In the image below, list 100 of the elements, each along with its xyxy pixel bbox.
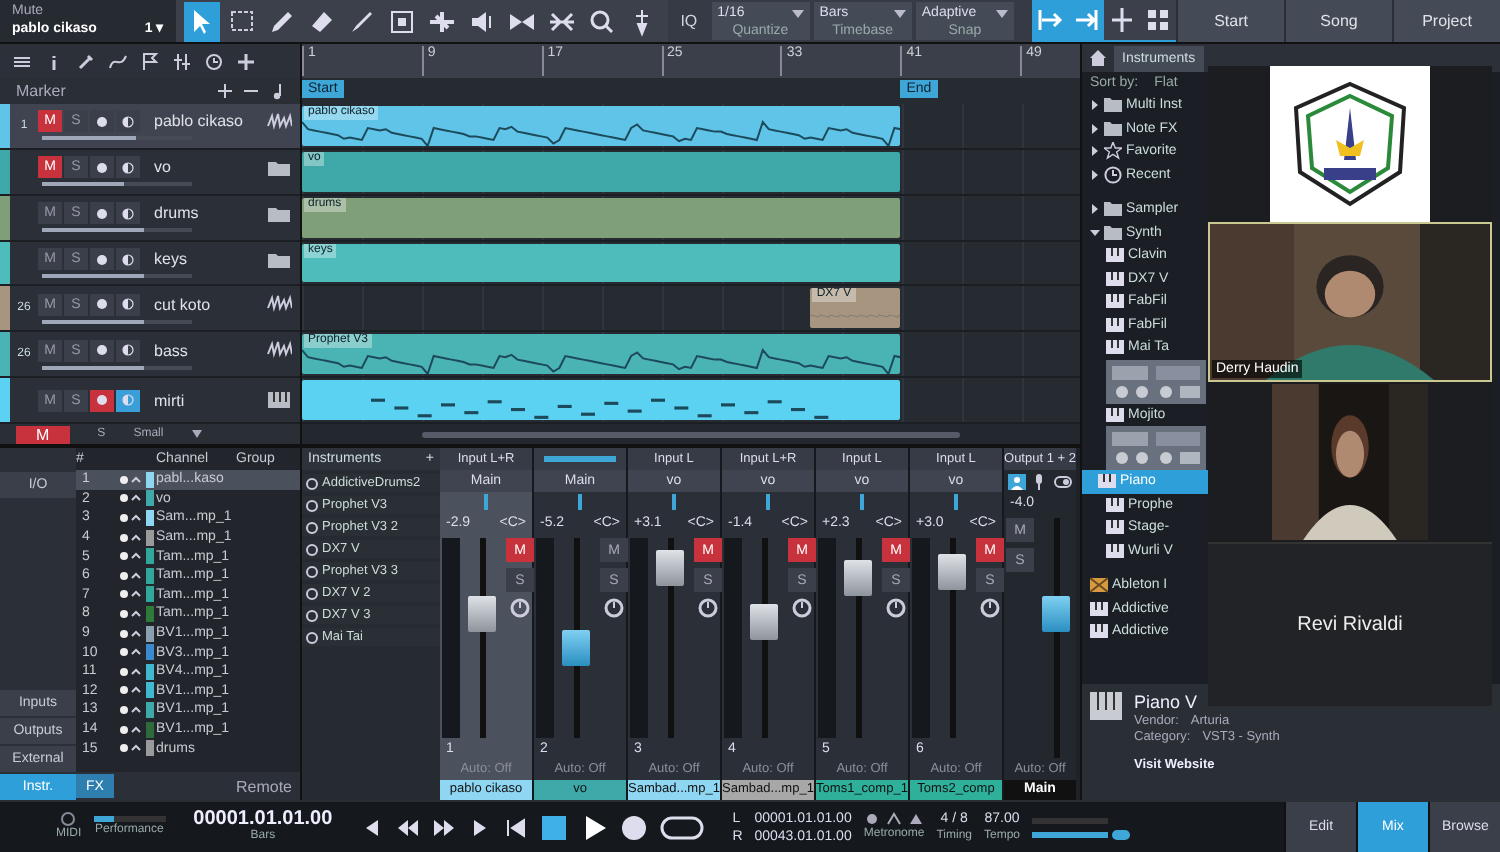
- monitor-button[interactable]: [116, 389, 140, 412]
- visibility-icon[interactable]: [118, 646, 142, 659]
- fast-forward-icon[interactable]: [432, 815, 457, 839]
- knob-icon[interactable]: [792, 598, 812, 618]
- knob-icon[interactable]: [698, 598, 718, 618]
- keyboard-icon: [1090, 622, 1108, 641]
- visibility-icon[interactable]: [118, 492, 142, 505]
- monitor-button[interactable]: [116, 110, 140, 133]
- volume-bar[interactable]: [42, 136, 192, 141]
- fader-thumb[interactable]: [938, 554, 966, 590]
- record-button[interactable]: [90, 389, 114, 412]
- caret-icon[interactable]: [1090, 146, 1100, 157]
- monitor-button[interactable]: [116, 156, 140, 179]
- monitor-button[interactable]: [116, 339, 140, 362]
- knob-icon[interactable]: [604, 598, 624, 618]
- waveform-icon: [266, 340, 292, 361]
- knob-icon[interactable]: [980, 598, 1000, 618]
- visibility-icon[interactable]: [118, 569, 142, 582]
- record-button[interactable]: [90, 156, 114, 179]
- list-icon[interactable]: [12, 51, 32, 71]
- minus-icon[interactable]: [244, 84, 258, 98]
- note-icon[interactable]: [270, 83, 284, 99]
- caret-icon[interactable]: [1090, 100, 1100, 111]
- fader-thumb[interactable]: [750, 604, 778, 640]
- record-icon[interactable]: [620, 813, 649, 841]
- volume-bar[interactable]: [42, 182, 192, 187]
- page-button[interactable]: Start: [1176, 0, 1285, 42]
- visibility-icon[interactable]: [118, 723, 142, 736]
- snap-button[interactable]: [1104, 0, 1141, 40]
- volume-fader[interactable]: [556, 538, 596, 738]
- play-icon[interactable]: [580, 813, 609, 841]
- visibility-icon[interactable]: [118, 607, 142, 620]
- return-to-start-icon[interactable]: [504, 815, 529, 839]
- knob-icon[interactable]: [886, 598, 906, 618]
- visibility-icon[interactable]: [118, 511, 142, 524]
- volume-fader[interactable]: [650, 538, 690, 738]
- keyboard-icon: [1090, 599, 1108, 618]
- loop-icon[interactable]: [660, 813, 705, 841]
- toggle-icon[interactable]: [1053, 475, 1072, 487]
- plus-icon[interactable]: [218, 84, 232, 98]
- snap-button[interactable]: [1140, 0, 1177, 40]
- caret-icon[interactable]: [1090, 227, 1100, 238]
- caret-icon[interactable]: [1090, 123, 1100, 134]
- flag-icon[interactable]: [140, 51, 160, 71]
- fader-thumb[interactable]: [656, 550, 684, 586]
- fader-thumb[interactable]: [1042, 596, 1070, 632]
- marker-label: Marker: [16, 82, 68, 100]
- volume-fader[interactable]: [838, 538, 878, 738]
- record-button[interactable]: [90, 293, 114, 316]
- fader-thumb[interactable]: [562, 630, 590, 666]
- knob-icon[interactable]: [510, 598, 530, 618]
- microphone-icon[interactable]: [1034, 473, 1045, 489]
- visibility-icon[interactable]: [118, 531, 142, 544]
- visibility-icon[interactable]: [118, 684, 142, 697]
- visibility-icon[interactable]: [118, 627, 142, 640]
- visibility-icon[interactable]: [118, 665, 142, 678]
- fader-thumb[interactable]: [844, 560, 872, 596]
- iq-button[interactable]: IQ: [668, 12, 710, 30]
- rewind-icon[interactable]: [396, 815, 421, 839]
- visibility-icon[interactable]: [118, 703, 142, 716]
- listener-icon[interactable]: [1008, 473, 1027, 489]
- caret-icon[interactable]: [191, 430, 202, 438]
- caret-icon[interactable]: [1090, 204, 1100, 215]
- keyboard-icon: [1106, 292, 1124, 311]
- page-button[interactable]: Project: [1392, 0, 1500, 42]
- metronome-controls-icon[interactable]: [864, 811, 925, 825]
- fader-thumb[interactable]: [468, 596, 496, 632]
- clock-icon[interactable]: [204, 51, 224, 71]
- monitor-button[interactable]: [116, 202, 140, 225]
- tool-button[interactable]: [184, 1, 221, 41]
- clip[interactable]: [302, 380, 901, 421]
- volume-fader[interactable]: [462, 538, 502, 738]
- monitor-button[interactable]: [116, 248, 140, 270]
- pan-indicator: [484, 494, 488, 510]
- volume-bar[interactable]: [42, 365, 192, 370]
- wrench-icon[interactable]: [76, 51, 96, 71]
- volume-fader[interactable]: [1036, 518, 1076, 758]
- scrollbar-thumb[interactable]: [422, 431, 960, 437]
- visibility-icon[interactable]: [118, 742, 142, 755]
- home-icon[interactable]: [1090, 50, 1106, 66]
- volume-fader[interactable]: [744, 538, 784, 738]
- record-button[interactable]: [90, 202, 114, 225]
- page-button[interactable]: Song: [1284, 0, 1393, 42]
- remote-button[interactable]: Remote: [235, 777, 300, 795]
- record-button[interactable]: [90, 248, 114, 270]
- record-button[interactable]: [90, 110, 114, 133]
- volume-bar[interactable]: [42, 228, 192, 233]
- volume-bar[interactable]: [42, 319, 192, 324]
- visibility-icon[interactable]: [118, 588, 142, 601]
- volume-fader[interactable]: [932, 538, 972, 738]
- stop-icon[interactable]: [540, 813, 569, 841]
- visibility-icon[interactable]: [118, 550, 142, 563]
- monitor-button[interactable]: [116, 293, 140, 316]
- mute-all-button[interactable]: M: [16, 425, 70, 443]
- plus-icon[interactable]: [236, 51, 256, 71]
- caret-icon[interactable]: [1090, 169, 1100, 180]
- visibility-icon[interactable]: [118, 473, 142, 486]
- mixer-icon[interactable]: [172, 51, 192, 71]
- curve-icon[interactable]: [108, 51, 128, 71]
- record-button[interactable]: [90, 339, 114, 362]
